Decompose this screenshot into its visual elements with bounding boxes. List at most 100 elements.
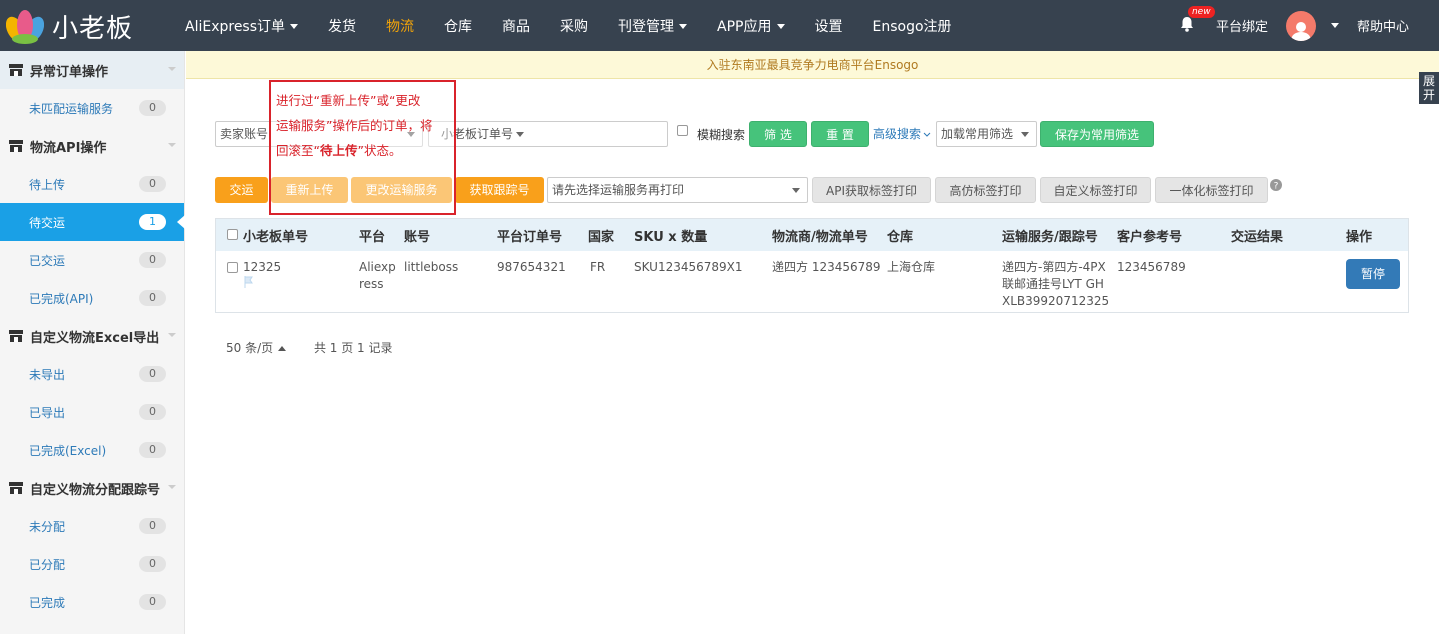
get-tracking-button[interactable]: 获取跟踪号 xyxy=(455,177,544,203)
table-header: 小老板单号 平台 账号 平台订单号 国家 SKU x 数量 物流商/物流单号 仓… xyxy=(216,219,1408,251)
sidebar-item-not-exported[interactable]: 未导出 0 xyxy=(0,355,184,393)
col-header: SKU x 数量 xyxy=(634,230,708,245)
count-badge: 0 xyxy=(139,100,166,116)
sidebar-item-label: 已完成(Excel) xyxy=(29,443,107,458)
pause-button[interactable]: 暂停 xyxy=(1346,259,1400,289)
sidebar-group-excel-export[interactable]: 自定义物流Excel导出 xyxy=(0,317,184,355)
col-header: 交运结果 xyxy=(1231,230,1284,245)
nav-shipping[interactable]: 发货 xyxy=(313,16,371,36)
help-question-icon[interactable]: ? xyxy=(1270,179,1282,191)
chevron-down-icon xyxy=(290,24,299,29)
sidebar-item-shipped[interactable]: 已交运 0 xyxy=(0,241,184,279)
new-badge: new xyxy=(1187,5,1215,18)
count-badge: 1 xyxy=(139,214,166,230)
save-common-filter-button[interactable]: 保存为常用筛选 xyxy=(1040,121,1154,147)
flag-icon[interactable] xyxy=(244,276,254,288)
callout-line: 进行过“重新上传”或“更改 xyxy=(276,93,421,108)
load-common-filter-select[interactable]: 加载常用筛选 xyxy=(936,121,1037,147)
avatar[interactable] xyxy=(1285,10,1316,41)
sidebar-group-tracking-assign[interactable]: 自定义物流分配跟踪号 xyxy=(0,469,184,507)
lotus-logo-icon xyxy=(6,9,44,44)
store-icon xyxy=(9,64,23,76)
expand-tab[interactable]: 展开 xyxy=(1419,72,1439,104)
sidebar-item-label: 未导出 xyxy=(29,367,66,382)
sidebar-item-completed-api[interactable]: 已完成(API) 0 xyxy=(0,279,184,317)
chevron-down-icon xyxy=(776,24,785,29)
count-badge: 0 xyxy=(139,290,166,306)
page-size-select[interactable]: 50 条/页 xyxy=(226,341,310,355)
sidebar-group-exceptions[interactable]: 异常订单操作 xyxy=(0,51,184,89)
nav-aliexpress-orders[interactable]: AliExpress订单 xyxy=(170,16,313,36)
nav-listing-management[interactable]: 刊登管理 xyxy=(603,16,702,36)
chevron-down-icon[interactable] xyxy=(1330,23,1339,28)
sidebar-item-assigned[interactable]: 已分配 0 xyxy=(0,545,184,583)
count-badge: 0 xyxy=(139,518,166,534)
notification-bell[interactable]: new xyxy=(1180,5,1215,36)
platform-cell: Aliexp ress xyxy=(359,260,396,291)
service-cell: 递四方-第四方-4PX 联邮通挂号LYT GH XLB39920712325 xyxy=(1002,260,1110,308)
col-header: 平台订单号 xyxy=(497,230,563,245)
sidebar-group-title: 异常订单操作 xyxy=(30,64,109,80)
advanced-search-link[interactable]: 高级搜索 xyxy=(873,125,931,142)
sidebar-item-exported[interactable]: 已导出 0 xyxy=(0,393,184,431)
sidebar-item-label: 已完成(API) xyxy=(29,291,94,306)
logo[interactable]: 小老板 xyxy=(6,8,133,45)
sidebar-group-title: 自定义物流Excel导出 xyxy=(30,330,160,346)
nav-logistics[interactable]: 物流 xyxy=(371,16,429,36)
count-badge: 0 xyxy=(139,176,166,192)
sidebar-item-unmatched-service[interactable]: 未匹配运输服务 0 xyxy=(0,89,184,127)
integrated-label-print-button[interactable]: 一体化标签打印 xyxy=(1155,177,1268,203)
sidebar-item-label: 已分配 xyxy=(29,557,66,572)
count-badge: 0 xyxy=(139,252,166,268)
platform-bind-link[interactable]: 平台绑定 xyxy=(1216,16,1268,35)
sidebar-group-title: 自定义物流分配跟踪号 xyxy=(30,482,161,498)
chevron-down-icon xyxy=(168,143,176,147)
api-label-print-button[interactable]: API获取标签打印 xyxy=(812,177,931,203)
caret-up-icon xyxy=(278,346,287,351)
svg-text:?: ? xyxy=(1274,182,1279,192)
nav-ensogo-register[interactable]: Ensogo注册 xyxy=(858,16,967,36)
callout-highlight: 待上传 xyxy=(319,143,358,158)
country-cell: FR xyxy=(590,260,606,274)
reset-button[interactable]: 重 置 xyxy=(811,121,869,147)
orders-table: 小老板单号 平台 账号 平台订单号 国家 SKU x 数量 物流商/物流单号 仓… xyxy=(215,218,1409,313)
filter-button[interactable]: 筛 选 xyxy=(749,121,807,147)
row-checkbox[interactable] xyxy=(227,262,238,273)
callout-line: 回滚至“待上传”状态。 xyxy=(276,143,402,158)
sidebar-item-label: 已交运 xyxy=(29,253,66,268)
nav-products[interactable]: 商品 xyxy=(487,16,545,36)
col-header: 运输服务/跟踪号 xyxy=(1002,230,1098,245)
table-row[interactable]: 12325 Aliexp ress littleboss 987654321 FR… xyxy=(216,251,1408,312)
main-nav: AliExpress订单 发货 物流 仓库 商品 采购 刊登管理 APP应用 设… xyxy=(170,0,967,51)
order-number-input[interactable]: 小老板订单号 xyxy=(428,121,668,147)
chevron-down-icon xyxy=(516,132,524,137)
ship-button[interactable]: 交运 xyxy=(215,177,268,203)
sidebar-item-label: 未分配 xyxy=(29,519,66,534)
chevron-down-icon xyxy=(1021,132,1029,137)
sidebar-group-api[interactable]: 物流API操作 xyxy=(0,127,184,165)
help-center-link[interactable]: 帮助中心 xyxy=(1357,16,1409,35)
hifi-label-print-button[interactable]: 高仿标签打印 xyxy=(935,177,1036,203)
nav-settings[interactable]: 设置 xyxy=(800,16,858,36)
sidebar-item-completed[interactable]: 已完成 0 xyxy=(0,583,184,621)
sidebar-item-pending-ship[interactable]: 待交运 1 xyxy=(0,203,185,241)
count-badge: 0 xyxy=(139,594,166,610)
select-all-checkbox[interactable] xyxy=(227,229,238,240)
sidebar-item-pending-upload[interactable]: 待上传 0 xyxy=(0,165,184,203)
promo-notice[interactable]: 入驻东南亚最具竞争力电商平台Ensogo xyxy=(186,51,1439,79)
sku-cell: SKU123456789X1 xyxy=(634,260,743,274)
fuzzy-search-checkbox[interactable] xyxy=(677,125,688,136)
custom-label-print-button[interactable]: 自定义标签打印 xyxy=(1040,177,1151,203)
sidebar-item-unassigned[interactable]: 未分配 0 xyxy=(0,507,184,545)
nav-purchasing[interactable]: 采购 xyxy=(545,16,603,36)
order-number[interactable]: 12325 xyxy=(243,259,281,276)
user-icon xyxy=(1290,21,1311,41)
nav-warehouse[interactable]: 仓库 xyxy=(429,16,487,36)
col-header: 操作 xyxy=(1346,230,1373,245)
chevron-down-icon xyxy=(168,485,176,489)
nav-app[interactable]: APP应用 xyxy=(702,16,799,36)
chevron-down-icon xyxy=(923,132,931,137)
print-service-select[interactable]: 请先选择运输服务再打印 xyxy=(547,177,808,203)
sidebar-item-completed-excel[interactable]: 已完成(Excel) 0 xyxy=(0,431,184,469)
chevron-down-icon xyxy=(792,188,800,193)
